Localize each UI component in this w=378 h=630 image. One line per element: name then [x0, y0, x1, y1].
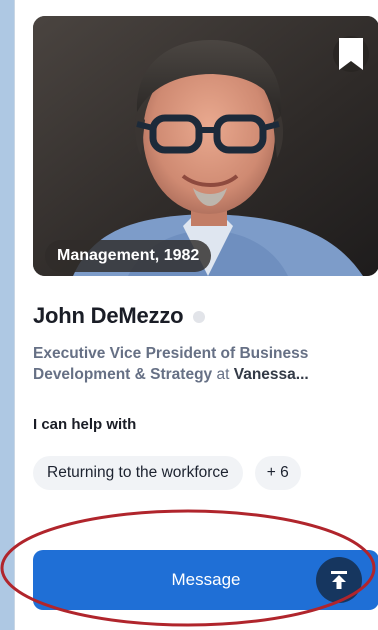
headline-title-part: Development & Strategy — [33, 366, 213, 383]
more-topics-chip[interactable]: + 6 — [254, 456, 301, 490]
arrow-to-top-icon — [331, 571, 347, 589]
headline-connector: at — [212, 366, 234, 383]
headline-title-line-2: Development & Strategy at Vanessa... — [33, 364, 375, 385]
profile-headline: Executive Vice President of Business Dev… — [33, 343, 375, 385]
portrait-image — [33, 16, 378, 276]
online-status-dot — [193, 311, 206, 323]
headline-title-line-1: Executive Vice President of Business — [33, 345, 309, 362]
headline-company: Vanessa... — [233, 366, 309, 383]
bookmark-icon — [339, 38, 363, 70]
industry-year-tag: Management, 1982 — [45, 240, 212, 272]
profile-photo: Management, 1982 — [33, 16, 378, 276]
help-heading: I can help with — [33, 416, 137, 433]
help-topics: Returning to the workforce + 6 — [33, 456, 301, 490]
profile-name: John DeMezzo — [33, 303, 184, 328]
name-row: John DeMezzo — [33, 303, 206, 329]
scroll-to-top-button[interactable] — [316, 557, 362, 603]
help-topic-chip[interactable]: Returning to the workforce — [33, 456, 243, 490]
bookmark-button[interactable] — [333, 36, 369, 72]
mentor-card: Management, 1982 John DeMezzo Executive … — [14, 0, 378, 630]
